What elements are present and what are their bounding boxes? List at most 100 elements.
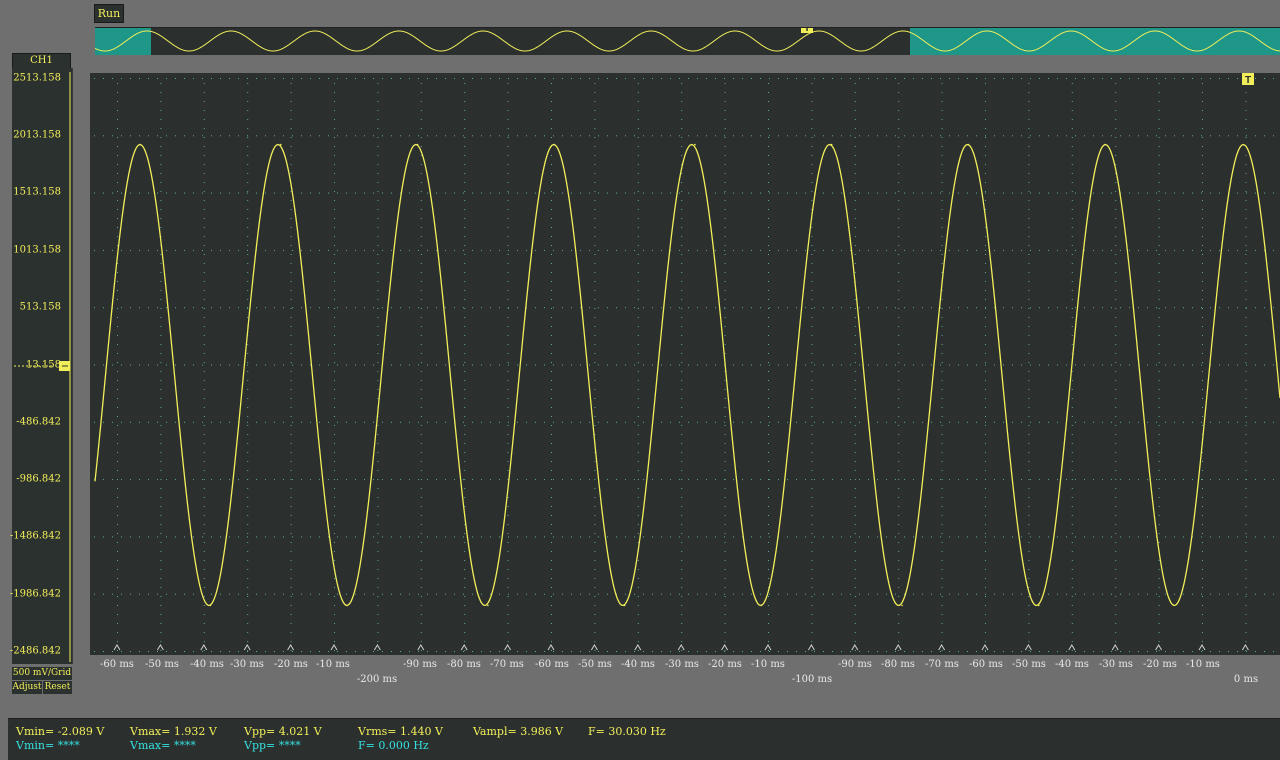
grid-dot — [1028, 632, 1030, 633]
grid-dot — [551, 191, 552, 192]
grid-dot — [1102, 249, 1103, 251]
grid-dot — [1201, 421, 1202, 423]
grid-dot — [796, 307, 797, 309]
grid-dot — [1028, 434, 1030, 435]
grid-dot — [637, 470, 639, 471]
trigger-marker[interactable]: T — [1242, 73, 1254, 86]
grid-dot — [811, 326, 813, 327]
grid-dot — [377, 479, 379, 480]
grid-dot — [499, 249, 500, 251]
grid-dot — [464, 128, 466, 129]
overview-strip[interactable]: T — [95, 27, 1280, 55]
grid-dot — [1158, 299, 1160, 300]
grid-dot — [148, 421, 149, 423]
grid-dot — [652, 307, 653, 309]
grid-dot — [427, 78, 428, 79]
grid-dot — [985, 146, 986, 147]
grid-dot — [377, 227, 379, 228]
grid-dot — [507, 272, 509, 273]
scope-plot-area[interactable]: T — [90, 73, 1280, 655]
grid-dot — [1273, 536, 1274, 538]
grid-dot — [1174, 135, 1175, 137]
grid-dot — [290, 560, 292, 561]
grid-dot — [551, 137, 552, 138]
grid-dot — [598, 78, 599, 79]
grid-dot — [1071, 524, 1073, 525]
grid-dot — [898, 155, 900, 156]
grid-dot — [1129, 307, 1130, 309]
grid-dot — [985, 614, 986, 615]
y-tick-label: -2486.842 — [9, 645, 61, 657]
grid-dot — [418, 192, 419, 194]
x-tick-arrow — [1068, 644, 1076, 651]
channel-label[interactable]: CH1 — [12, 53, 71, 69]
grid-dot — [1028, 110, 1030, 111]
volts-per-grid-label[interactable]: 500 mV/Grid — [12, 667, 72, 680]
grid-dot — [697, 192, 698, 194]
grid-dot — [464, 434, 466, 435]
vmax-readout: Vmax= 1.932 V — [130, 725, 217, 738]
grid-dot — [420, 308, 422, 309]
grid-dot — [1210, 249, 1211, 251]
y-tick-label: 1513.158 — [13, 186, 61, 198]
grid-dot — [1115, 290, 1117, 291]
grid-dot — [517, 192, 518, 194]
grid-dot — [377, 632, 379, 633]
grid-dot — [1202, 551, 1203, 552]
grid-dot — [121, 421, 122, 423]
grid-dot — [507, 452, 509, 453]
grid-dot — [507, 650, 509, 651]
grid-dot — [941, 227, 943, 228]
grid-dot — [290, 623, 292, 624]
grid-dot — [681, 389, 683, 390]
grid-dot — [958, 192, 959, 194]
grid-dot — [571, 536, 572, 538]
grid-dot — [1071, 227, 1073, 228]
grid-dot — [706, 651, 707, 652]
grid-dot — [1071, 83, 1073, 84]
grid-dot — [985, 272, 986, 273]
grid-dot — [1158, 389, 1160, 390]
grid-dot — [768, 101, 769, 102]
reset-button[interactable]: Reset — [43, 681, 72, 694]
grid-dot — [1183, 479, 1184, 481]
grid-dot — [1102, 307, 1103, 309]
grid-dot — [898, 245, 900, 246]
grid-dot — [202, 192, 203, 194]
y-tick-label: 2513.158 — [13, 72, 61, 84]
grid-dot — [1158, 119, 1160, 120]
grid-dot — [490, 249, 491, 251]
grid-dot — [634, 536, 635, 538]
grid-dot — [681, 452, 683, 453]
grid-dot — [160, 479, 162, 480]
grid-dot — [681, 650, 683, 651]
grid-dot — [1202, 533, 1203, 534]
grid-dot — [1245, 533, 1247, 534]
grid-dot — [1066, 364, 1067, 366]
grid-dot — [551, 110, 552, 111]
grid-dot — [811, 245, 813, 246]
grid-dot — [544, 479, 545, 481]
grid-dot — [112, 364, 113, 366]
grid-dot — [1255, 78, 1256, 79]
grid-dot — [1245, 209, 1247, 210]
grid-dot — [768, 227, 769, 228]
grid-dot — [1003, 249, 1004, 251]
adjust-button[interactable]: Adjust — [12, 681, 42, 694]
grid-dot — [256, 135, 257, 137]
grid-dot — [175, 364, 176, 366]
grid-dot — [454, 192, 455, 194]
grid-dot — [769, 78, 770, 79]
grid-dot — [420, 245, 422, 246]
grid-dot — [976, 421, 977, 423]
grid-dot — [551, 254, 552, 255]
run-button[interactable]: Run — [94, 4, 124, 23]
grid-dot — [355, 78, 356, 79]
grid-dot — [377, 218, 379, 219]
grid-dot — [1115, 614, 1117, 615]
grid-dot — [1158, 308, 1160, 309]
grid-dot — [553, 536, 554, 538]
ground-level-marker[interactable] — [12, 359, 72, 373]
grid-dot — [551, 560, 552, 561]
grid-dot — [616, 135, 617, 137]
